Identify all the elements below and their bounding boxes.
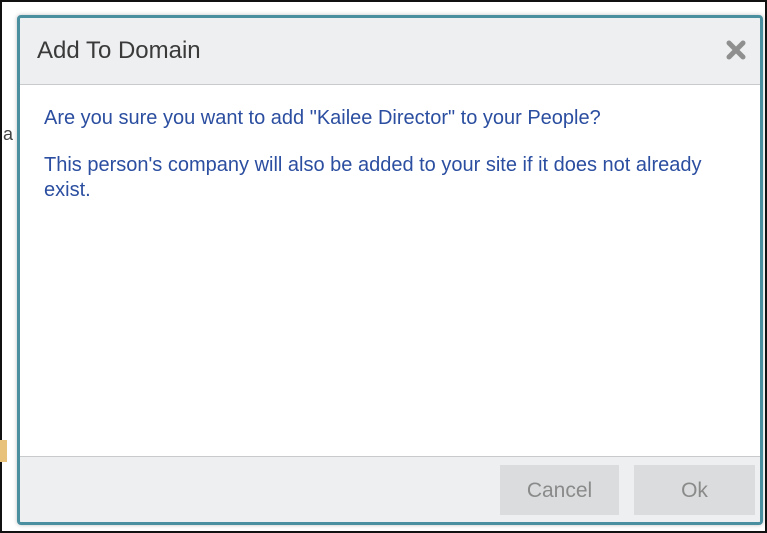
- background-text-fragment: a: [3, 124, 14, 144]
- dialog-body: Are you sure you want to add "Kailee Dir…: [44, 106, 744, 225]
- cancel-button[interactable]: Cancel: [500, 465, 619, 515]
- background-mark: [0, 440, 7, 462]
- dialog-header: Add To Domain: [20, 18, 760, 85]
- confirmation-message: Are you sure you want to add "Kailee Dir…: [44, 107, 601, 129]
- company-note: This person's company will also be added…: [44, 154, 702, 201]
- add-to-domain-dialog: Add To Domain Are you sure you want to a…: [17, 15, 763, 525]
- close-icon[interactable]: [722, 36, 750, 64]
- dialog-title: Add To Domain: [37, 37, 201, 64]
- ok-button[interactable]: Ok: [634, 465, 755, 515]
- dialog-footer: Cancel Ok: [20, 456, 760, 522]
- close-x-icon: [726, 40, 746, 60]
